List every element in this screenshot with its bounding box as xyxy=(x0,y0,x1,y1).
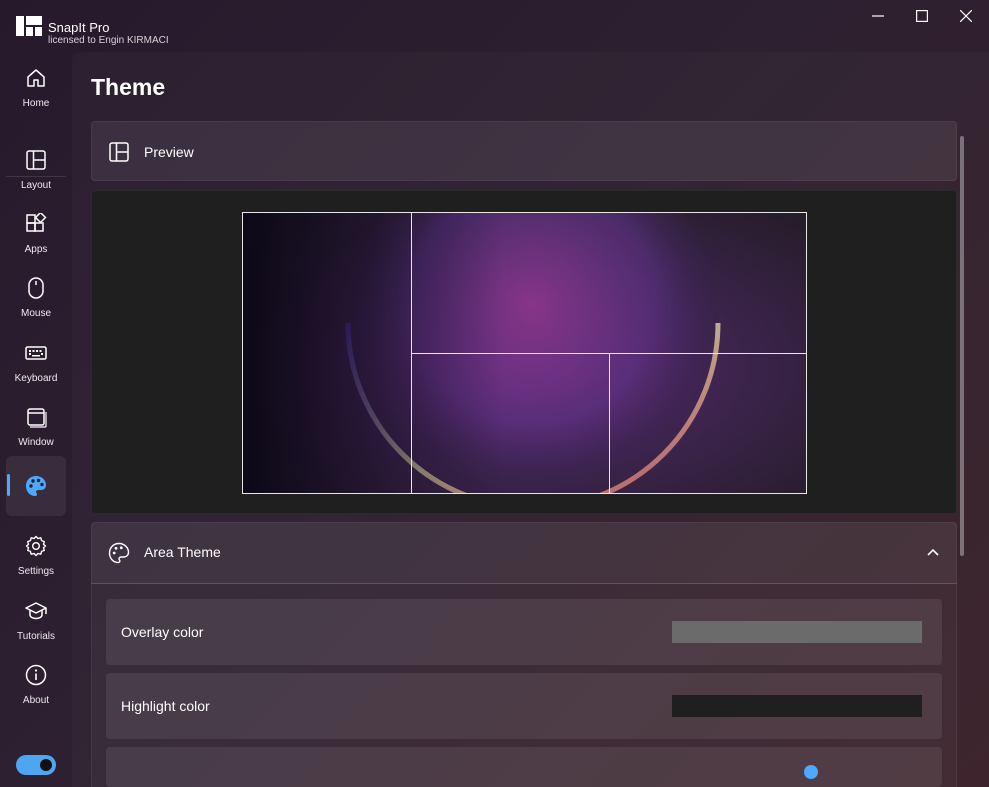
layout-icon xyxy=(26,150,46,170)
palette-icon xyxy=(26,476,46,496)
mouse-icon xyxy=(28,277,44,299)
sidebar-item-label: Tutorials xyxy=(17,631,55,642)
maximize-icon xyxy=(916,10,928,22)
layout-preview xyxy=(242,212,807,494)
close-button[interactable] xyxy=(944,0,988,32)
app-title: SnapIt Pro xyxy=(48,20,110,35)
overlay-color-row: Overlay color xyxy=(106,599,942,665)
app-logo-icon xyxy=(16,16,42,36)
minimize-button[interactable] xyxy=(856,0,900,32)
sidebar-item-tutorials[interactable]: Tutorials xyxy=(6,591,66,651)
layout-zone-bottom-middle[interactable] xyxy=(411,353,610,493)
overlay-color-swatch[interactable] xyxy=(672,621,922,643)
enable-toggle[interactable] xyxy=(16,755,56,775)
sidebar-item-label: Keyboard xyxy=(14,373,58,384)
preview-label: Preview xyxy=(144,144,194,160)
sidebar-item-theme[interactable] xyxy=(6,456,66,516)
preview-panel xyxy=(91,190,957,514)
palette-outline-icon xyxy=(108,542,130,564)
maximize-button[interactable] xyxy=(900,0,944,32)
window-icon xyxy=(27,408,47,428)
sidebar-item-label: Settings xyxy=(17,566,55,577)
layout-zone-bottom-right[interactable] xyxy=(609,353,806,493)
vertical-scrollbar[interactable] xyxy=(960,136,964,556)
sidebar-item-settings[interactable]: Settings xyxy=(6,526,66,586)
sidebar-item-keyboard[interactable]: Keyboard xyxy=(6,333,66,393)
close-icon xyxy=(960,10,972,22)
page-title: Theme xyxy=(91,74,166,100)
layout-zone-left[interactable] xyxy=(243,213,412,493)
slider-thumb[interactable] xyxy=(804,765,818,779)
app-window: SnapIt Pro licensed to Engin KIRMACI Hom… xyxy=(0,0,989,787)
active-indicator xyxy=(7,474,10,496)
area-theme-label: Area Theme xyxy=(144,544,221,560)
sidebar-item-label: About xyxy=(22,695,50,706)
sidebar-item-window[interactable]: Window xyxy=(6,397,66,457)
gear-icon xyxy=(25,535,47,557)
sidebar-nav: Home Layout Apps Mouse Keyboard Window S… xyxy=(0,52,72,787)
title-bar: SnapIt Pro licensed to Engin KIRMACI xyxy=(0,0,989,52)
sidebar-item-label: Mouse xyxy=(20,308,51,319)
sidebar-item-home[interactable]: Home xyxy=(6,58,66,118)
home-icon xyxy=(27,69,45,87)
info-icon xyxy=(25,664,47,686)
sidebar-item-mouse[interactable]: Mouse xyxy=(6,268,66,328)
main-content: Theme Preview Area Theme Overlay color H… xyxy=(72,52,989,787)
highlight-color-label: Highlight color xyxy=(121,698,210,714)
sidebar-item-apps[interactable]: Apps xyxy=(6,204,66,264)
minimize-icon xyxy=(872,15,884,17)
sidebar-item-label: Window xyxy=(18,437,54,448)
sidebar-item-layout[interactable]: Layout xyxy=(6,140,66,200)
area-theme-header[interactable]: Area Theme xyxy=(91,522,957,584)
highlight-color-swatch[interactable] xyxy=(672,695,922,717)
graduation-cap-icon xyxy=(25,602,47,620)
sidebar-item-label: Apps xyxy=(24,244,48,255)
layout-zone-top-right[interactable] xyxy=(411,213,806,354)
next-setting-row xyxy=(106,747,942,787)
preview-section-header: Preview xyxy=(91,121,957,181)
sidebar-item-label: Layout xyxy=(20,180,52,191)
sidebar-item-about[interactable]: About xyxy=(6,655,66,715)
sidebar-item-label: Home xyxy=(22,98,50,109)
chevron-up-icon[interactable] xyxy=(926,547,940,557)
license-text: licensed to Engin KIRMACI xyxy=(48,35,169,46)
keyboard-icon xyxy=(25,346,47,360)
overlay-color-label: Overlay color xyxy=(121,624,204,640)
layout-preview-icon xyxy=(109,142,129,162)
toggle-knob xyxy=(40,759,52,771)
highlight-color-row: Highlight color xyxy=(106,673,942,739)
apps-icon xyxy=(26,213,47,232)
